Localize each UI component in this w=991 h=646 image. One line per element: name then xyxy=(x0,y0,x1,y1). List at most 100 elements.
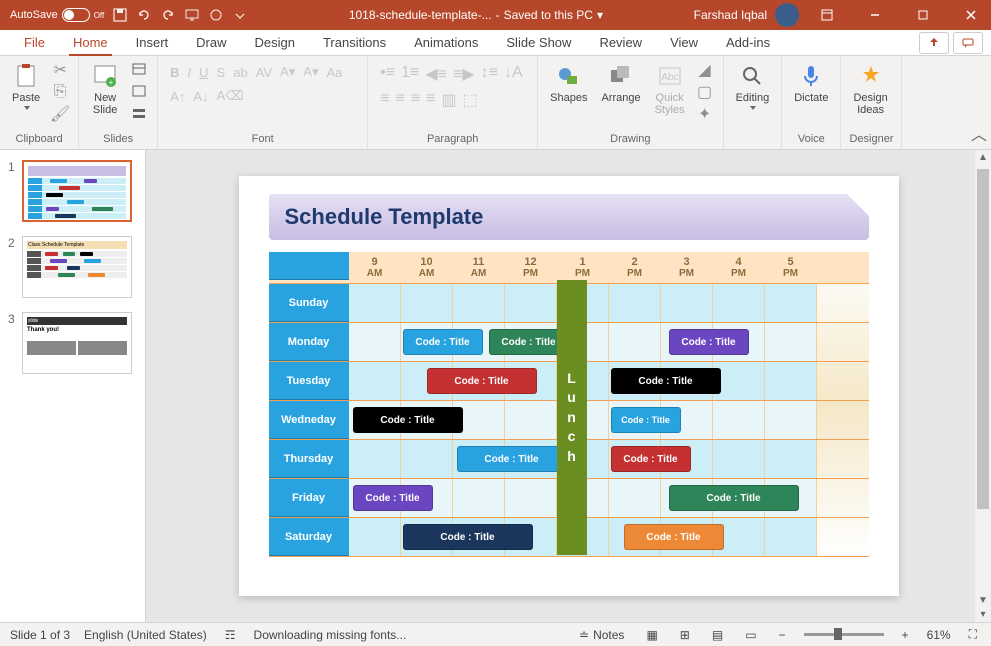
slideshow-view-icon[interactable]: ▭ xyxy=(741,628,760,642)
block-sat-1[interactable]: Code : Title xyxy=(403,524,533,550)
bullets-icon[interactable]: •≡ xyxy=(380,64,395,82)
accessibility-icon[interactable]: ☶ xyxy=(221,628,240,642)
touch-mode-icon[interactable] xyxy=(208,7,224,23)
undo-icon[interactable] xyxy=(136,7,152,23)
tab-file[interactable]: File xyxy=(10,30,59,55)
tab-animations[interactable]: Animations xyxy=(400,30,492,55)
shape-effects-icon[interactable]: ✦ xyxy=(695,104,715,124)
numbering-icon[interactable]: 1≡ xyxy=(401,64,419,82)
layout-icon[interactable] xyxy=(129,60,149,80)
strike-icon[interactable]: S xyxy=(217,65,226,80)
italic-icon[interactable]: I xyxy=(188,65,192,80)
shrink-font-icon[interactable]: A↓ xyxy=(193,89,208,104)
clear-format-icon[interactable]: A⌫ xyxy=(216,88,243,104)
bold-icon[interactable]: B xyxy=(170,65,179,80)
tab-design[interactable]: Design xyxy=(241,30,309,55)
slide-counter[interactable]: Slide 1 of 3 xyxy=(10,628,70,642)
case-icon[interactable]: Aa xyxy=(326,65,342,80)
block-thu-2[interactable]: Code : Title xyxy=(611,446,691,472)
cut-icon[interactable]: ✂ xyxy=(50,60,70,80)
ribbon-display-icon[interactable] xyxy=(807,0,847,30)
zoom-percentage[interactable]: 61% xyxy=(927,628,951,642)
scroll-up-icon[interactable]: ▲ xyxy=(975,150,991,165)
underline-icon[interactable]: U xyxy=(199,65,208,80)
maximize-button[interactable] xyxy=(903,0,943,30)
block-wed-2[interactable]: Code : Title xyxy=(611,407,681,433)
arrange-button[interactable]: Arrange xyxy=(597,60,644,106)
format-painter-icon[interactable]: 🖌 xyxy=(50,104,70,124)
block-sat-2[interactable]: Code : Title xyxy=(624,524,724,550)
lunch-bar[interactable]: Lunch xyxy=(557,280,587,555)
align-left-icon[interactable]: ≡ xyxy=(380,90,389,108)
shape-outline-icon[interactable]: ▢ xyxy=(695,82,715,102)
reading-view-icon[interactable]: ▤ xyxy=(708,628,727,642)
slide-canvas[interactable]: Schedule Template Lunch 9AM 10AM 11AM 12… xyxy=(239,176,899,596)
schedule-table[interactable]: Lunch 9AM 10AM 11AM 12PM 1PM 2PM 3PM 4PM… xyxy=(269,252,869,557)
tab-insert[interactable]: Insert xyxy=(122,30,183,55)
share-button[interactable] xyxy=(919,32,949,54)
font-color-icon[interactable]: A▾ xyxy=(280,64,295,80)
block-fri-2[interactable]: Code : Title xyxy=(669,485,799,511)
normal-view-icon[interactable]: ▦ xyxy=(642,628,661,642)
shapes-button[interactable]: Shapes xyxy=(546,60,591,106)
zoom-in-button[interactable]: + xyxy=(898,628,913,642)
slide-title-box[interactable]: Schedule Template xyxy=(269,194,869,240)
block-tue-1[interactable]: Code : Title xyxy=(427,368,537,394)
indent-right-icon[interactable]: ≡▶ xyxy=(453,64,475,84)
indent-left-icon[interactable]: ◀≡ xyxy=(425,64,447,84)
vertical-scrollbar[interactable]: ▲ ▼ ▾ xyxy=(975,150,991,622)
save-status[interactable]: Saved to this PC xyxy=(504,8,593,22)
scroll-page-icon[interactable]: ▾ xyxy=(975,609,991,620)
zoom-out-button[interactable]: − xyxy=(775,628,790,642)
shape-fill-icon[interactable]: ◢ xyxy=(695,60,715,80)
line-spacing-icon[interactable]: ↕≡ xyxy=(481,64,498,82)
comments-button[interactable] xyxy=(953,32,983,54)
slide-thumbnail-3[interactable]: slide Thank you! xyxy=(22,312,132,374)
tab-view[interactable]: View xyxy=(656,30,712,55)
tab-draw[interactable]: Draw xyxy=(182,30,240,55)
close-button[interactable] xyxy=(951,0,991,30)
slide-editor[interactable]: Schedule Template Lunch 9AM 10AM 11AM 12… xyxy=(146,150,991,622)
notes-button[interactable]: ≐ Notes xyxy=(575,628,628,642)
minimize-button[interactable] xyxy=(855,0,895,30)
block-mon-1[interactable]: Code : Title xyxy=(403,329,483,355)
block-fri-1[interactable]: Code : Title xyxy=(353,485,433,511)
block-mon-3[interactable]: Code : Title xyxy=(669,329,749,355)
slide-thumbnail-1[interactable] xyxy=(22,160,132,222)
smartart-icon[interactable]: ⬚ xyxy=(463,90,478,110)
save-icon[interactable] xyxy=(112,7,128,23)
tab-home[interactable]: Home xyxy=(59,30,122,55)
zoom-slider[interactable] xyxy=(804,633,884,636)
quick-styles-button[interactable]: Abc Quick Styles xyxy=(651,60,689,118)
redo-icon[interactable] xyxy=(160,7,176,23)
align-center-icon[interactable]: ≡ xyxy=(395,90,404,108)
new-slide-button[interactable]: + New Slide xyxy=(87,60,123,118)
block-wed-1[interactable]: Code : Title xyxy=(353,407,463,433)
block-tue-2[interactable]: Code : Title xyxy=(611,368,721,394)
copy-icon[interactable]: ⎘ xyxy=(50,82,70,102)
fit-to-window-icon[interactable]: ⛶ xyxy=(965,627,981,642)
user-name[interactable]: Farshad Iqbal xyxy=(694,8,767,22)
qat-more-icon[interactable] xyxy=(232,7,248,23)
scroll-down-icon[interactable]: ▼ xyxy=(975,595,991,606)
justify-icon[interactable]: ≡ xyxy=(426,90,435,108)
tab-slideshow[interactable]: Slide Show xyxy=(492,30,585,55)
autosave-toggle[interactable]: AutoSave Off xyxy=(10,8,104,22)
spacing-icon[interactable]: AV xyxy=(256,65,272,80)
tab-review[interactable]: Review xyxy=(585,30,656,55)
slide-thumbnail-2[interactable]: Class Schedule Template xyxy=(22,236,132,298)
tab-transitions[interactable]: Transitions xyxy=(309,30,400,55)
columns-icon[interactable]: ▥ xyxy=(442,90,457,110)
grow-font-icon[interactable]: A↑ xyxy=(170,89,185,104)
section-icon[interactable] xyxy=(129,104,149,124)
paste-button[interactable]: Paste xyxy=(8,60,44,112)
highlight-icon[interactable]: A▾ xyxy=(303,64,318,80)
avatar[interactable] xyxy=(775,3,799,27)
align-right-icon[interactable]: ≡ xyxy=(411,90,420,108)
text-direction-icon[interactable]: ↓A xyxy=(504,64,523,82)
editing-button[interactable]: Editing xyxy=(732,60,774,112)
reset-icon[interactable] xyxy=(129,82,149,102)
tab-addins[interactable]: Add-ins xyxy=(712,30,784,55)
collapse-ribbon-icon[interactable]: ︿ xyxy=(971,121,987,145)
sorter-view-icon[interactable]: ⊞ xyxy=(676,628,694,642)
